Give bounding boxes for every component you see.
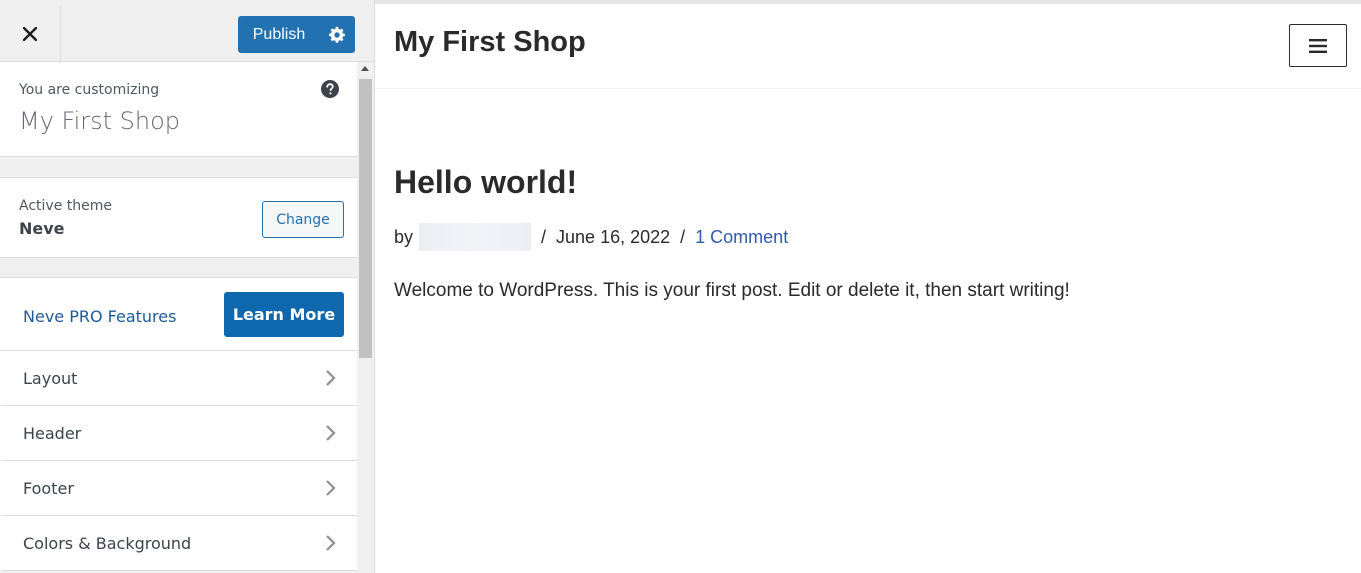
author-name-redacted[interactable] xyxy=(419,223,532,251)
section-header[interactable]: Header xyxy=(0,406,357,461)
learn-more-button[interactable]: Learn More xyxy=(224,292,344,337)
chevron-right-icon xyxy=(326,480,336,496)
close-customizer-button[interactable] xyxy=(0,5,61,62)
site-title[interactable]: My First Shop xyxy=(394,26,586,59)
neve-pro-label: Neve PRO Features xyxy=(23,307,177,326)
publish-button[interactable]: Publish xyxy=(238,16,318,53)
customizer-app: Publish You are customizing My First Sho… xyxy=(0,0,1361,573)
customizer-panel-list: You are customizing My First Shop Active… xyxy=(0,62,357,573)
active-theme-name: Neve xyxy=(19,219,65,238)
post-content: Welcome to WordPress. This is your first… xyxy=(394,280,1070,301)
post-meta: by / June 16, 2022 / 1 Comment xyxy=(394,223,798,251)
active-theme-label: Active theme xyxy=(19,198,112,214)
section-label: Header xyxy=(23,423,82,443)
meta-separator: / xyxy=(541,226,547,247)
neve-pro-panel: Neve PRO Features Learn More xyxy=(0,277,357,351)
section-colors-background[interactable]: Colors & Background xyxy=(0,516,357,571)
scrollbar-thumb[interactable] xyxy=(359,79,372,358)
site-name: My First Shop xyxy=(19,107,181,135)
close-icon xyxy=(23,26,37,41)
active-theme-panel: Active theme Neve Change xyxy=(0,177,357,258)
sidebar-scrollbar[interactable] xyxy=(357,62,374,573)
hamburger-icon xyxy=(1309,38,1327,53)
chevron-right-icon xyxy=(326,535,336,551)
meta-separator: / xyxy=(680,226,686,247)
customizer-header: Publish xyxy=(0,0,374,62)
section-label: Footer xyxy=(23,478,74,498)
publish-button-group: Publish xyxy=(238,16,355,53)
chevron-right-icon xyxy=(326,370,336,386)
section-label: Layout xyxy=(23,368,78,388)
customizing-label: You are customizing xyxy=(19,82,160,98)
chevron-right-icon xyxy=(326,425,336,441)
change-theme-button[interactable]: Change xyxy=(262,201,344,238)
publish-settings-button[interactable] xyxy=(318,16,355,53)
post-title[interactable]: Hello world! xyxy=(394,164,577,201)
customizer-sidebar: Publish You are customizing My First Sho… xyxy=(0,0,375,573)
site-preview: My First Shop Hello world! by / June 16,… xyxy=(375,0,1361,573)
customizer-info: You are customizing My First Shop xyxy=(0,62,357,157)
site-header: My First Shop xyxy=(375,4,1361,89)
post-date: June 16, 2022 xyxy=(556,226,671,247)
help-icon[interactable] xyxy=(321,80,339,98)
section-label: Colors & Background xyxy=(23,533,192,553)
scroll-up-arrow-icon[interactable] xyxy=(361,66,369,71)
section-layout[interactable]: Layout xyxy=(0,351,357,406)
section-footer[interactable]: Footer xyxy=(0,461,357,516)
comments-link[interactable]: 1 Comment xyxy=(695,227,788,248)
customizer-sections: Layout Header Footer Colors & Background xyxy=(0,351,357,571)
menu-toggle-button[interactable] xyxy=(1289,24,1347,67)
gear-icon xyxy=(328,26,345,43)
by-label: by xyxy=(394,226,414,247)
